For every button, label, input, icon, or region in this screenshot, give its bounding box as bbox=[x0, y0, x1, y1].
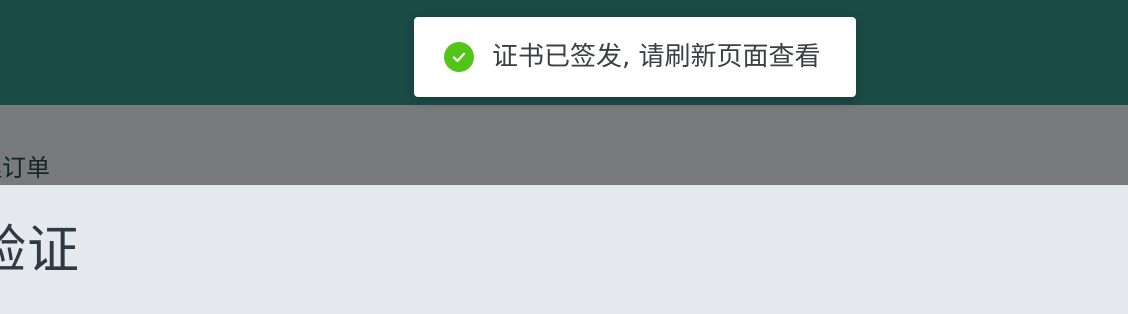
success-toast: 证书已签发, 请刷新页面查看 bbox=[414, 17, 856, 97]
check-circle-icon bbox=[444, 42, 474, 72]
toast-message: 证书已签发, 请刷新页面查看 bbox=[492, 42, 821, 72]
page-content bbox=[0, 185, 1128, 314]
modal-overlay bbox=[0, 105, 1128, 185]
page-title: 验证 bbox=[0, 221, 81, 281]
